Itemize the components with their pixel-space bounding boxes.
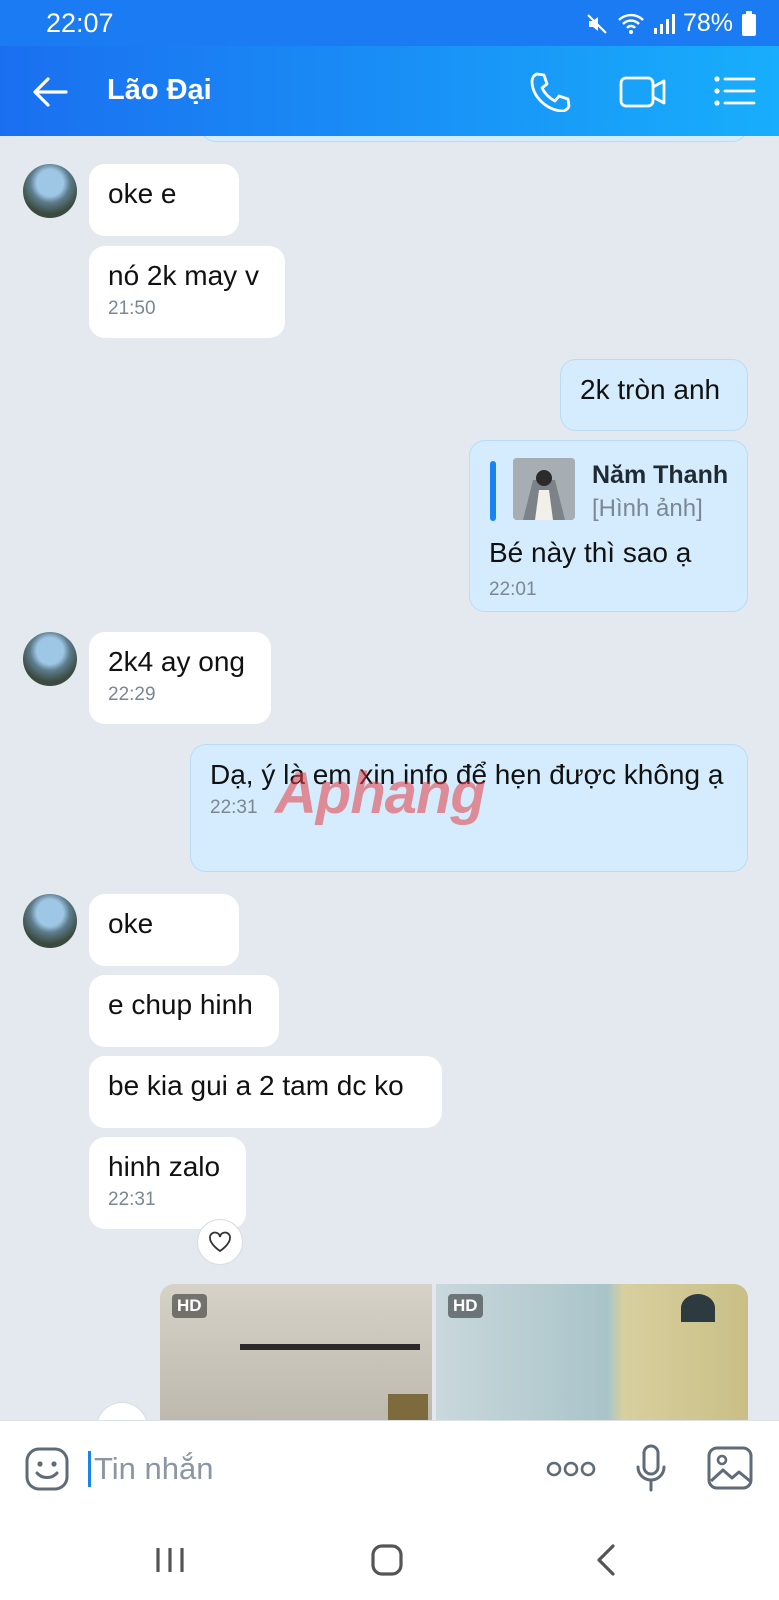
quoted-image-thumbnail[interactable] (513, 458, 575, 520)
battery-percent: 78% (682, 9, 733, 37)
message-text: be kia gui a 2 tam dc ko (108, 1070, 404, 1101)
react-button-partial[interactable] (96, 1402, 148, 1420)
message-text: hinh zalo (108, 1151, 221, 1182)
video-call-icon[interactable] (618, 70, 668, 112)
message-time: 22:31 (210, 797, 258, 818)
contact-name[interactable]: Lão Đại (107, 74, 212, 107)
message-time: 22:31 (108, 1189, 156, 1210)
message-bubble-outgoing[interactable]: 2k tròn anh (560, 359, 748, 431)
hd-badge: HD (172, 1294, 207, 1318)
heart-icon (209, 1231, 231, 1253)
message-bubble-incoming[interactable]: hinh zalo 22:31 (89, 1137, 246, 1229)
message-text: oke (108, 908, 154, 939)
react-heart-button[interactable] (197, 1219, 243, 1265)
hd-badge: HD (448, 1294, 483, 1318)
contact-avatar[interactable] (23, 894, 77, 948)
back-nav-icon[interactable] (594, 1543, 618, 1577)
menu-list-icon[interactable] (712, 70, 756, 112)
message-bubble-incoming[interactable]: oke e (89, 164, 239, 236)
message-bubble-incoming[interactable]: e chup hinh (89, 975, 279, 1047)
message-text: e chup hinh (108, 989, 253, 1020)
home-icon[interactable] (370, 1543, 404, 1577)
message-bubble-outgoing[interactable]: Dạ, ý là em xin info để hẹn được không ạ… (190, 744, 748, 872)
signal-icon (653, 13, 675, 34)
contact-avatar[interactable] (23, 632, 77, 686)
quoted-sender-name: Năm Thanh (592, 461, 729, 489)
message-time: 21:50 (108, 298, 156, 319)
person-photo-icon (513, 458, 575, 520)
message-list[interactable]: oke e nó 2k may v 21:50 2k tròn anh Năm … (0, 136, 779, 1420)
status-bar: 22:07 78% (0, 0, 779, 46)
message-input-bar: Tin nhắn (0, 1420, 779, 1521)
message-text: Bé này thì sao ạ (489, 537, 692, 568)
photo-thumbnail[interactable]: HD (160, 1284, 432, 1420)
message-bubble-incoming[interactable]: be kia gui a 2 tam dc ko (89, 1056, 442, 1128)
chat-header: Lão Đại (0, 46, 779, 136)
message-text: 2k tròn anh (580, 374, 721, 405)
mute-icon (587, 13, 607, 34)
message-text: 2k4 ay ong (108, 646, 245, 677)
message-bubble-outgoing-reply[interactable]: Năm Thanh [Hình ảnh] Bé này thì sao ạ 22… (469, 440, 748, 612)
quote-indicator (490, 461, 496, 521)
message-text: oke e (108, 178, 177, 209)
message-time: 22:29 (108, 684, 156, 705)
phone-call-icon[interactable] (528, 70, 572, 112)
message-time: 22:01 (489, 579, 537, 600)
message-bubble-incoming[interactable]: 2k4 ay ong 22:29 (89, 632, 271, 724)
message-text: nó 2k may v (108, 260, 259, 291)
message-bubble-incoming[interactable]: nó 2k may v 21:50 (89, 246, 285, 338)
system-navigation-bar (0, 1520, 779, 1600)
photo-thumbnail[interactable]: HD (436, 1284, 748, 1420)
microphone-icon[interactable] (634, 1443, 668, 1493)
message-input[interactable]: Tin nhắn (88, 1451, 214, 1487)
wifi-icon (618, 13, 644, 34)
more-options-icon[interactable] (546, 1459, 596, 1479)
back-arrow-icon[interactable] (30, 72, 70, 112)
status-time: 22:07 (46, 8, 114, 38)
message-bubble-partial (200, 136, 748, 142)
battery-icon (742, 10, 756, 36)
message-text: Dạ, ý là em xin info để hẹn được không ạ (210, 759, 724, 790)
message-bubble-incoming[interactable]: oke (89, 894, 239, 966)
contact-avatar[interactable] (23, 164, 77, 218)
sticker-icon[interactable] (24, 1446, 70, 1492)
recent-apps-icon[interactable] (152, 1545, 188, 1575)
quoted-message-type: [Hình ảnh] (592, 495, 703, 522)
image-gallery-icon[interactable] (706, 1445, 754, 1491)
